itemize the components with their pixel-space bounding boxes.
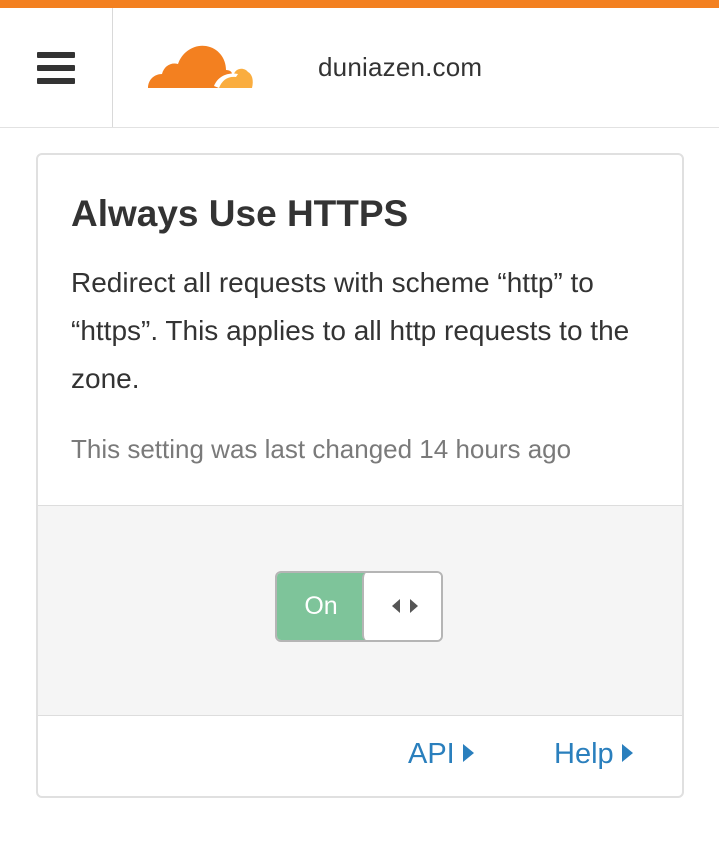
- cloudflare-logo[interactable]: [144, 40, 254, 92]
- toggle-on-label: On: [277, 573, 365, 640]
- caret-right-icon: [462, 744, 474, 763]
- card-description: Redirect all requests with scheme “http”…: [71, 267, 630, 394]
- card-body: Always Use HTTPS Redirect all requests w…: [38, 155, 682, 505]
- api-link[interactable]: API: [408, 738, 474, 771]
- left-right-arrows-icon: [392, 599, 418, 613]
- domain-name: duniazen.com: [318, 52, 483, 82]
- card-title: Always Use HTTPS: [71, 193, 409, 234]
- help-link[interactable]: Help: [554, 738, 633, 771]
- last-changed-text: This setting was last changed 14 hours a…: [71, 434, 572, 464]
- caret-right-icon: [621, 744, 633, 763]
- menu-button[interactable]: [0, 8, 113, 127]
- top-accent-bar: [0, 0, 719, 8]
- api-link-label: API: [408, 738, 455, 770]
- app-header: duniazen.com: [0, 8, 719, 128]
- card-control-area: On: [38, 505, 682, 716]
- toggle-handle[interactable]: [362, 573, 441, 640]
- help-link-label: Help: [554, 738, 614, 770]
- always-use-https-card: Always Use HTTPS Redirect all requests w…: [36, 153, 684, 798]
- card-footer: API Help: [38, 716, 682, 796]
- cloud-icon: [148, 45, 253, 88]
- https-toggle[interactable]: On: [275, 571, 443, 642]
